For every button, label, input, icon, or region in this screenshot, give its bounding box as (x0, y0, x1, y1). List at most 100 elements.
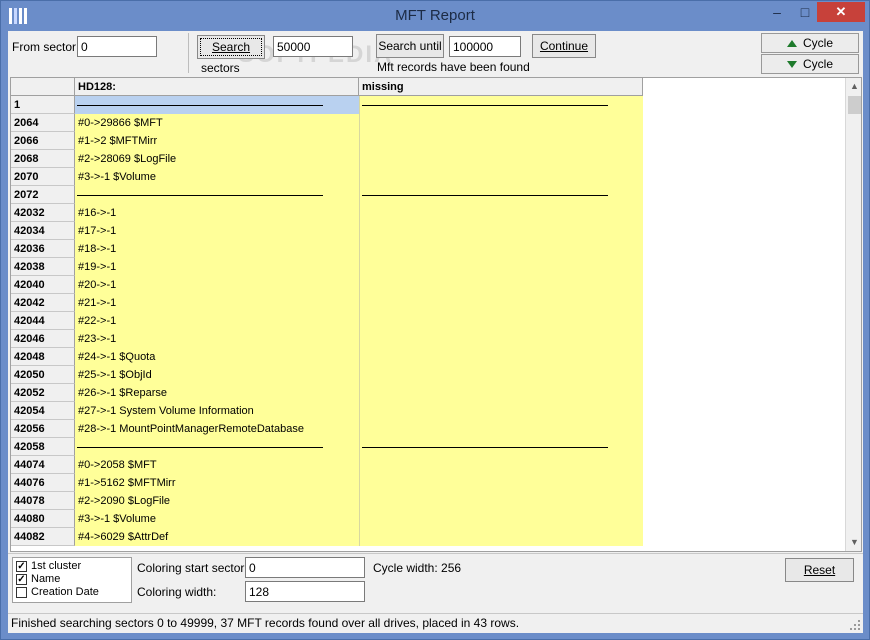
table-row[interactable]: 42042 #21->-1 (11, 294, 846, 312)
table-row[interactable]: 42052 #26->-1 $Reparse (11, 384, 846, 402)
cell-missing[interactable] (359, 348, 643, 366)
row-header[interactable]: 2066 (11, 132, 75, 150)
cell-missing[interactable] (359, 528, 643, 546)
row-header[interactable]: 2070 (11, 168, 75, 186)
cell-hd128[interactable]: #2->2090 $LogFile (75, 492, 359, 510)
table-row[interactable]: 42036 #18->-1 (11, 240, 846, 258)
cell-hd128[interactable]: #19->-1 (75, 258, 359, 276)
table-row[interactable]: 42050 #25->-1 $ObjId (11, 366, 846, 384)
cell-hd128[interactable]: #3->-1 $Volume (75, 168, 359, 186)
cell-hd128[interactable]: #25->-1 $ObjId (75, 366, 359, 384)
cell-hd128[interactable] (75, 438, 359, 456)
row-header[interactable]: 42048 (11, 348, 75, 366)
cell-missing[interactable] (359, 132, 643, 150)
table-row[interactable]: 1 (11, 96, 846, 114)
cell-missing[interactable] (359, 312, 643, 330)
row-header[interactable]: 44074 (11, 456, 75, 474)
cell-missing[interactable] (359, 420, 643, 438)
cell-missing[interactable] (359, 114, 643, 132)
search-button[interactable]: Search (197, 35, 265, 59)
row-header[interactable]: 42036 (11, 240, 75, 258)
field-checklist[interactable]: ✓ 1st cluster ✓ Name Creation Date (12, 557, 132, 603)
checkbox-1st-cluster[interactable]: ✓ (16, 561, 27, 572)
checkbox-name[interactable]: ✓ (16, 574, 27, 585)
cell-hd128[interactable]: #21->-1 (75, 294, 359, 312)
row-header[interactable]: 42050 (11, 366, 75, 384)
table-row[interactable]: 42048 #24->-1 $Quota (11, 348, 846, 366)
row-header[interactable]: 2064 (11, 114, 75, 132)
row-header[interactable]: 42034 (11, 222, 75, 240)
cycle-up-button[interactable]: Cycle (761, 33, 859, 53)
table-row[interactable]: 42046 #23->-1 (11, 330, 846, 348)
cell-missing[interactable] (359, 366, 643, 384)
cell-hd128[interactable]: #1->2 $MFTMirr (75, 132, 359, 150)
cell-missing[interactable] (359, 384, 643, 402)
cell-missing[interactable] (359, 330, 643, 348)
row-header[interactable]: 42058 (11, 438, 75, 456)
table-row[interactable]: 42032 #16->-1 (11, 204, 846, 222)
row-header[interactable]: 42056 (11, 420, 75, 438)
reset-button[interactable]: Reset (785, 558, 854, 582)
table-row[interactable]: 42038 #19->-1 (11, 258, 846, 276)
vertical-scrollbar[interactable]: ▲ ▼ (845, 78, 861, 551)
column-header-missing[interactable]: missing (359, 78, 643, 96)
checkbox-creation-date[interactable] (16, 587, 27, 598)
maximize-icon[interactable]: □ (795, 2, 815, 22)
table-row[interactable]: 42034 #17->-1 (11, 222, 846, 240)
row-header[interactable]: 44080 (11, 510, 75, 528)
mft-grid[interactable]: HD128: missing 1 2064 #0->29866 $MFT 2066 #1… (10, 77, 862, 552)
cell-hd128[interactable]: #16->-1 (75, 204, 359, 222)
table-row[interactable]: 2066 #1->2 $MFTMirr (11, 132, 846, 150)
cell-missing[interactable] (359, 402, 643, 420)
cell-missing[interactable] (359, 456, 643, 474)
cell-missing[interactable] (359, 204, 643, 222)
row-header[interactable]: 2072 (11, 186, 75, 204)
row-header[interactable]: 44082 (11, 528, 75, 546)
cell-hd128[interactable]: #20->-1 (75, 276, 359, 294)
title-bar[interactable]: MFT Report – □ ✕ (1, 1, 869, 31)
cell-hd128[interactable]: #18->-1 (75, 240, 359, 258)
row-header[interactable]: 42044 (11, 312, 75, 330)
coloring-width-input[interactable] (245, 581, 365, 602)
cell-hd128[interactable]: #4->6029 $AttrDef (75, 528, 359, 546)
cell-hd128[interactable]: #24->-1 $Quota (75, 348, 359, 366)
scroll-up-icon[interactable]: ▲ (846, 78, 861, 95)
cell-missing[interactable] (359, 258, 643, 276)
cell-missing[interactable] (359, 240, 643, 258)
cell-missing[interactable] (359, 96, 643, 114)
row-header[interactable]: 44078 (11, 492, 75, 510)
cell-hd128[interactable]: #1->5162 $MFTMirr (75, 474, 359, 492)
table-row[interactable]: 42058 (11, 438, 846, 456)
cell-hd128[interactable]: #0->29866 $MFT (75, 114, 359, 132)
table-row[interactable]: 42054 #27->-1 System Volume Information (11, 402, 846, 420)
row-header[interactable]: 42052 (11, 384, 75, 402)
cell-missing[interactable] (359, 474, 643, 492)
cell-missing[interactable] (359, 492, 643, 510)
cell-missing[interactable] (359, 150, 643, 168)
table-row[interactable]: 44076 #1->5162 $MFTMirr (11, 474, 846, 492)
checklist-item-name[interactable]: ✓ Name (16, 573, 60, 586)
resize-grip-icon[interactable] (849, 619, 861, 631)
cell-hd128[interactable]: #28->-1 MountPointManagerRemoteDatabase (75, 420, 359, 438)
search-until-button[interactable]: Search until (376, 34, 444, 58)
row-header[interactable]: 42046 (11, 330, 75, 348)
table-row[interactable]: 44080 #3->-1 $Volume (11, 510, 846, 528)
continue-button[interactable]: Continue (532, 34, 596, 58)
row-header[interactable]: 42054 (11, 402, 75, 420)
search-until-input[interactable] (449, 36, 521, 57)
table-row[interactable]: 44082 #4->6029 $AttrDef (11, 528, 846, 546)
scroll-thumb[interactable] (848, 96, 861, 114)
table-row[interactable]: 2068 #2->28069 $LogFile (11, 150, 846, 168)
table-row[interactable]: 42056 #28->-1 MountPointManagerRemoteData… (11, 420, 846, 438)
table-row[interactable]: 42040 #20->-1 (11, 276, 846, 294)
sectors-input[interactable] (273, 36, 353, 57)
row-header[interactable]: 42038 (11, 258, 75, 276)
table-row[interactable]: 42044 #22->-1 (11, 312, 846, 330)
cell-missing[interactable] (359, 222, 643, 240)
checklist-item-1st-cluster[interactable]: ✓ 1st cluster (16, 560, 81, 573)
cell-missing[interactable] (359, 186, 643, 204)
cell-hd128[interactable]: #27->-1 System Volume Information (75, 402, 359, 420)
row-header[interactable]: 42032 (11, 204, 75, 222)
cell-hd128[interactable]: #3->-1 $Volume (75, 510, 359, 528)
row-header[interactable]: 42042 (11, 294, 75, 312)
